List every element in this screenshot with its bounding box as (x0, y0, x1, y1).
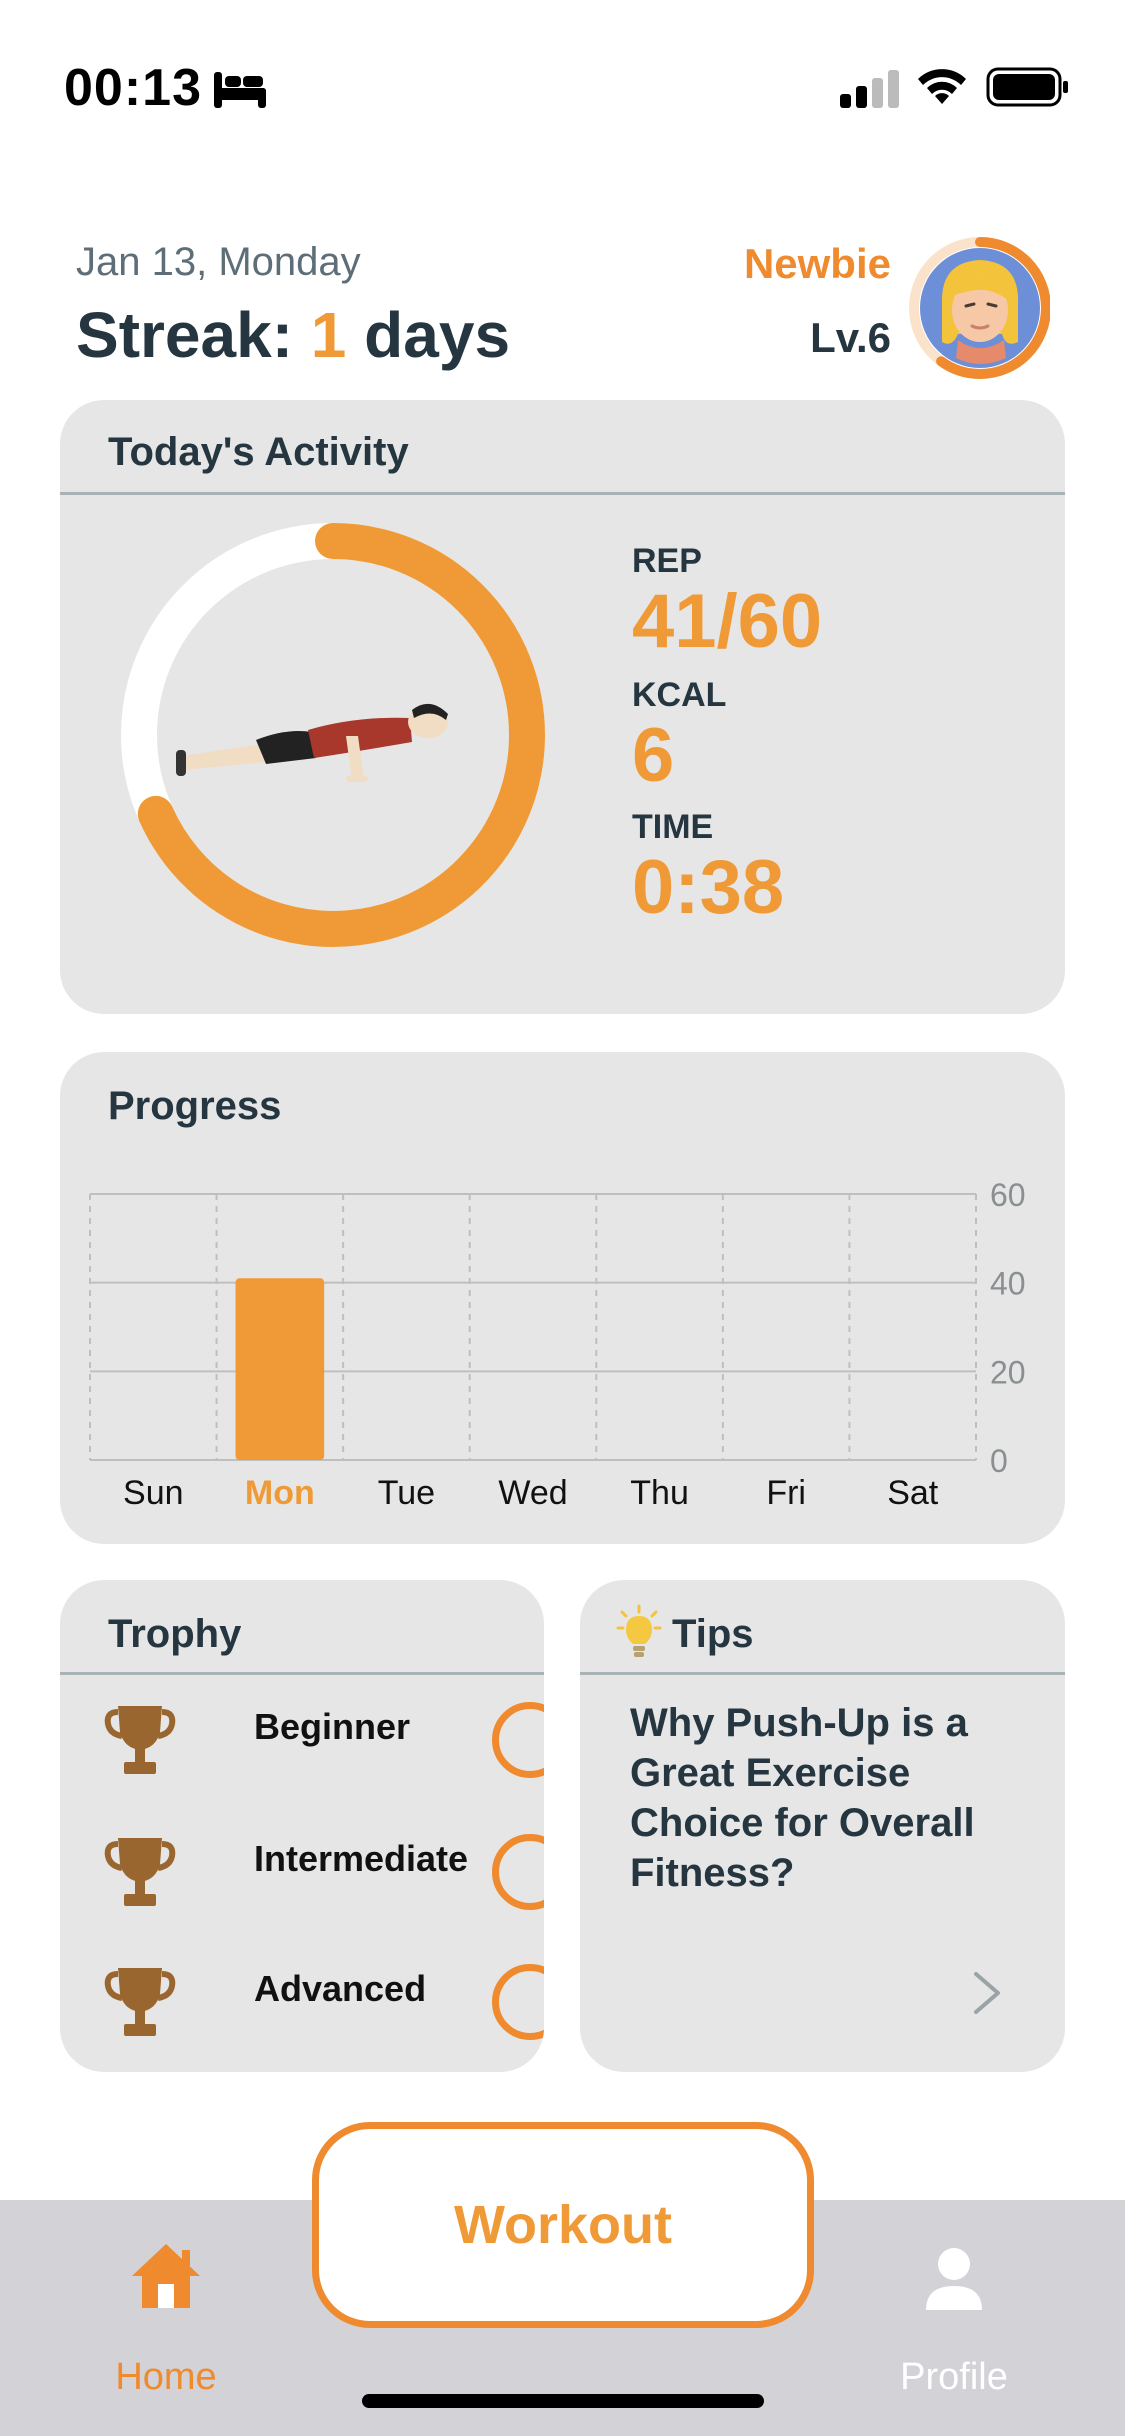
trophy-icon (104, 1706, 176, 1774)
x-tick-label: Thu (630, 1474, 689, 1512)
trophy-status-ring (492, 1702, 544, 1778)
trophy-label: Beginner (254, 1706, 411, 1747)
person-icon (926, 2248, 982, 2310)
x-tick-label: Sat (887, 1474, 939, 1512)
y-tick-label: 0 (990, 1443, 1008, 1479)
status-bar: 00:13 (0, 0, 1125, 180)
bar-mon (235, 1278, 325, 1460)
trophy-status-ring (492, 1964, 544, 2040)
activity-card[interactable]: Today's Activity REP 41/60 KCAL 6 TIME 0… (60, 400, 1065, 1014)
trophy-divider (60, 1672, 544, 1675)
tab-home[interactable]: Home (96, 2240, 236, 2400)
tips-divider (580, 1672, 1065, 1675)
chevron-right-icon[interactable] (970, 1970, 1004, 2016)
rank-label: Newbie (743, 240, 891, 287)
progress-chart: 0 20 40 60 Sun Mon Tue Wed Thu Fri Sat (89, 1177, 1026, 1512)
trophy-icon (104, 1838, 176, 1906)
trophy-label: Advanced (254, 1968, 427, 2009)
cellular-signal-icon (840, 70, 899, 108)
x-tick-label: Fri (766, 1474, 806, 1512)
tab-profile[interactable]: Profile (884, 2240, 1024, 2400)
progress-card[interactable]: Progress 0 20 40 60 Sun Mon Tue Wed Thu Fri Sat (60, 1052, 1065, 1544)
current-date: Jan 13, Monday (76, 240, 361, 284)
trophy-card[interactable]: Trophy Beginner Intermediate Advanced (60, 1580, 544, 2072)
trophy-item-advanced[interactable]: Advanced (104, 1960, 544, 2048)
tab-profile-label: Profile (900, 2356, 1008, 2398)
workout-button[interactable]: Workout (312, 2122, 814, 2328)
home-indicator[interactable] (362, 2394, 764, 2408)
trophy-title: Trophy (108, 1612, 242, 1656)
y-tick-label: 40 (990, 1266, 1026, 1302)
home-icon (132, 2244, 200, 2308)
battery-icon (986, 67, 1068, 107)
wifi-icon (918, 69, 966, 104)
activity-divider (60, 492, 1065, 495)
kcal-label: KCAL (632, 676, 727, 714)
x-tick-label: Wed (498, 1474, 567, 1512)
rep-value: 41/60 (632, 579, 823, 664)
streak-count: 1 (310, 299, 347, 371)
y-tick-label: 60 (990, 1177, 1026, 1213)
activity-title: Today's Activity (108, 430, 409, 474)
x-tick-label: Mon (245, 1474, 315, 1512)
trophy-icon (104, 1968, 176, 2036)
tips-article-title[interactable]: Why Push-Up is a Great Exercise Choice f… (630, 1698, 1030, 1898)
trophy-label: Intermediate (254, 1838, 469, 1879)
trophy-status-ring (492, 1834, 544, 1910)
rep-progress-ring (121, 523, 545, 947)
lightbulb-icon (616, 1604, 662, 1657)
level-label: Lv.6 (810, 314, 891, 361)
tips-card[interactable]: Tips Why Push-Up is a Great Exercise Cho… (580, 1580, 1065, 2072)
streak-suffix: days (346, 299, 511, 371)
y-tick-label: 20 (990, 1354, 1026, 1390)
streak-prefix: Streak: (76, 299, 311, 371)
bed-icon (214, 72, 266, 108)
time-label: TIME (632, 808, 714, 846)
rep-label: REP (632, 542, 702, 580)
x-tick-label: Sun (123, 1474, 184, 1512)
trophy-item-beginner[interactable]: Beginner (104, 1698, 544, 1786)
status-time: 00:13 (64, 59, 202, 117)
push-up-figure (176, 703, 448, 782)
tips-title: Tips (672, 1612, 754, 1656)
trophy-item-intermediate[interactable]: Intermediate (104, 1830, 544, 1918)
kcal-value: 6 (632, 713, 675, 798)
time-value: 0:38 (632, 845, 785, 930)
streak-title: Streak: 1 days (76, 298, 510, 372)
tab-home-label: Home (115, 2356, 217, 2398)
avatar[interactable] (906, 230, 1050, 384)
x-tick-label: Tue (378, 1474, 435, 1512)
